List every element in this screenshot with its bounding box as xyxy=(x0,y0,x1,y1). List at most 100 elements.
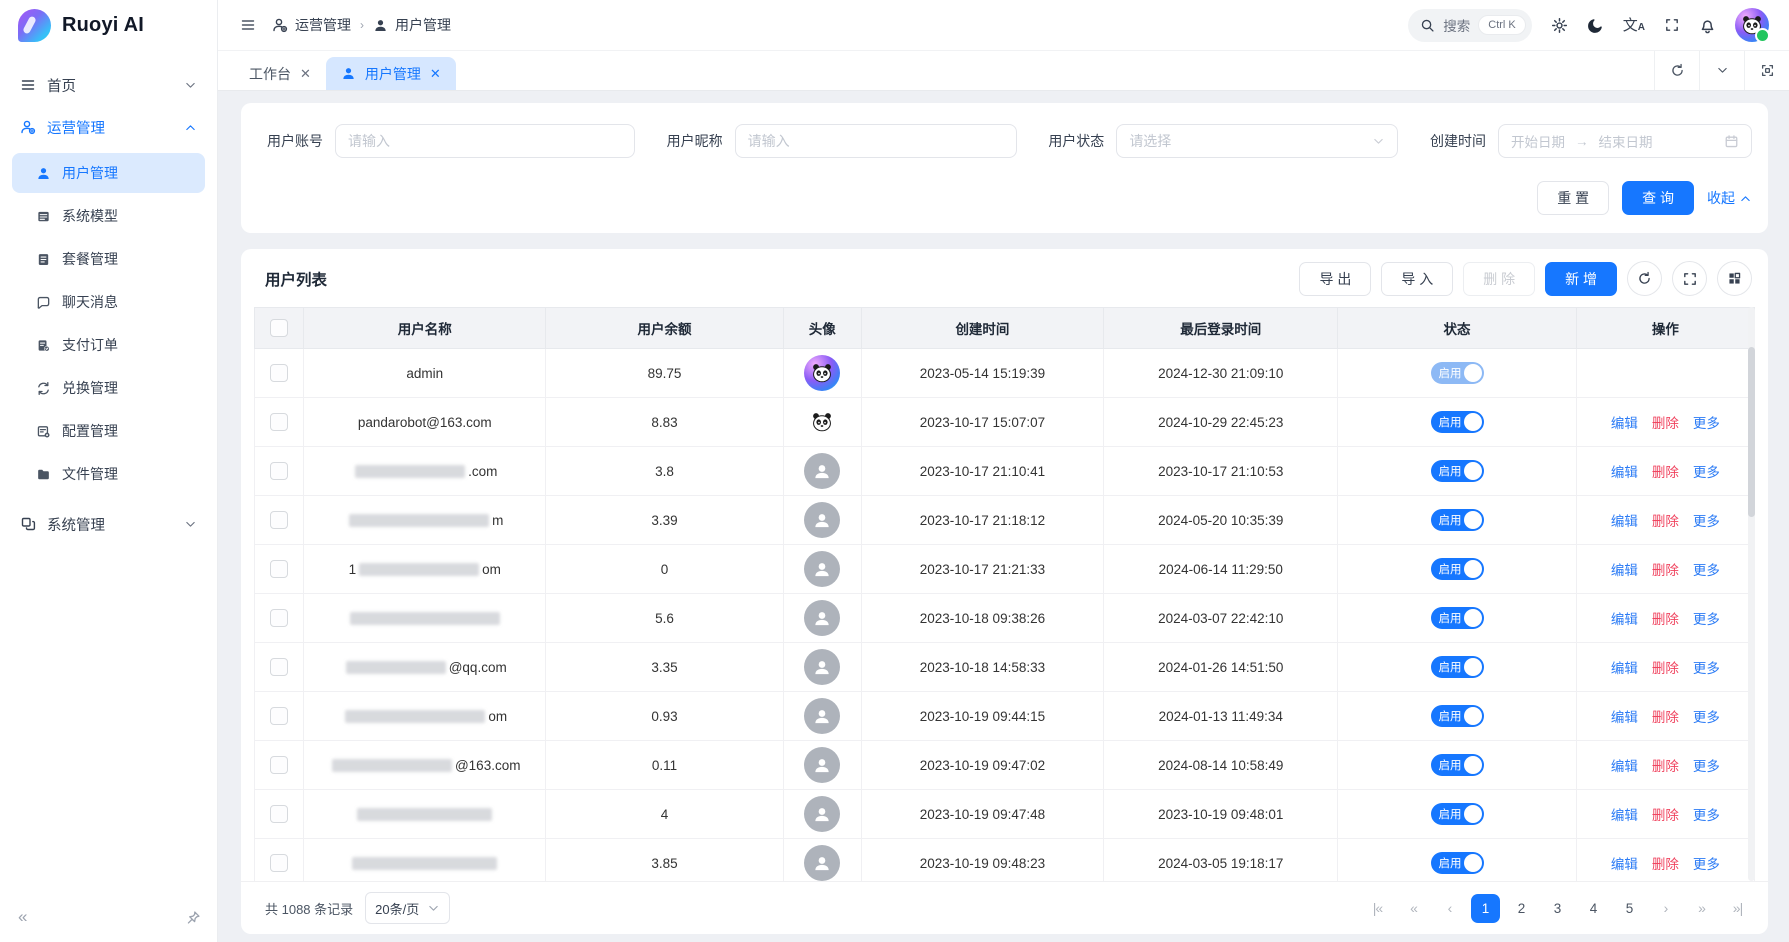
row-checkbox[interactable] xyxy=(270,560,288,578)
header-select-all[interactable] xyxy=(255,308,304,349)
notifications-bell-icon[interactable] xyxy=(1699,17,1716,34)
breadcrumb-user-management[interactable]: 用户管理 xyxy=(373,15,451,35)
sidebar-item-system-model[interactable]: 系统模型 xyxy=(12,196,205,236)
user-avatar[interactable] xyxy=(1735,8,1769,42)
tab-workbench[interactable]: 工作台 ✕ xyxy=(234,57,326,90)
row-checkbox[interactable] xyxy=(270,854,288,872)
row-checkbox[interactable] xyxy=(270,805,288,823)
dark-mode-moon-icon[interactable] xyxy=(1587,17,1604,34)
sidebar-item-package-management[interactable]: 套餐管理 xyxy=(12,239,205,279)
edit-link[interactable]: 编辑 xyxy=(1611,759,1638,774)
page-first-button[interactable]: |« xyxy=(1363,894,1392,923)
page-button-5[interactable]: 5 xyxy=(1615,894,1644,923)
more-link[interactable]: 更多 xyxy=(1693,857,1720,872)
row-checkbox[interactable] xyxy=(270,609,288,627)
edit-link[interactable]: 编辑 xyxy=(1611,661,1638,676)
delete-link[interactable]: 删除 xyxy=(1652,465,1679,480)
page-next-5-button[interactable]: » xyxy=(1687,894,1716,923)
created-date-range[interactable]: 开始日期 → 结束日期 xyxy=(1498,124,1752,158)
sidebar-collapse-button[interactable]: « xyxy=(12,905,33,929)
sidebar-item-payment-orders[interactable]: 支付订单 xyxy=(12,325,205,365)
language-translate-icon[interactable]: 文A xyxy=(1623,18,1645,33)
reset-button[interactable]: 重 置 xyxy=(1537,181,1609,215)
page-button-3[interactable]: 3 xyxy=(1543,894,1572,923)
delete-link[interactable]: 删除 xyxy=(1652,710,1679,725)
sidebar-group-system[interactable]: 系统管理 xyxy=(12,503,205,545)
edit-link[interactable]: 编辑 xyxy=(1611,563,1638,578)
status-toggle[interactable]: 启用 xyxy=(1431,558,1484,580)
fullscreen-icon[interactable] xyxy=(1664,17,1680,33)
more-link[interactable]: 更多 xyxy=(1693,661,1720,676)
more-link[interactable]: 更多 xyxy=(1693,465,1720,480)
page-prev-button[interactable]: ‹ xyxy=(1435,894,1464,923)
status-toggle[interactable]: 启用 xyxy=(1431,852,1484,874)
edit-link[interactable]: 编辑 xyxy=(1611,465,1638,480)
row-checkbox[interactable] xyxy=(270,413,288,431)
table-fullscreen-button[interactable] xyxy=(1672,261,1707,296)
more-link[interactable]: 更多 xyxy=(1693,808,1720,823)
delete-button[interactable]: 删 除 xyxy=(1463,262,1535,296)
row-checkbox[interactable] xyxy=(270,756,288,774)
sidebar-item-file-management[interactable]: 文件管理 xyxy=(12,454,205,494)
user-nickname-input[interactable] xyxy=(735,124,1017,158)
more-link[interactable]: 更多 xyxy=(1693,514,1720,529)
row-checkbox[interactable] xyxy=(270,707,288,725)
sidebar-item-redeem-management[interactable]: 兑换管理 xyxy=(12,368,205,408)
collapse-filter-link[interactable]: 收起 xyxy=(1707,188,1752,208)
export-button[interactable]: 导 出 xyxy=(1299,262,1371,296)
delete-link[interactable]: 删除 xyxy=(1652,416,1679,431)
sidebar-item-config-management[interactable]: 配置管理 xyxy=(12,411,205,451)
user-account-input[interactable] xyxy=(335,124,635,158)
search-button[interactable]: 查 询 xyxy=(1622,181,1694,215)
page-next-button[interactable]: › xyxy=(1651,894,1680,923)
page-last-button[interactable]: »| xyxy=(1723,894,1752,923)
status-toggle[interactable]: 启用 xyxy=(1431,509,1484,531)
delete-link[interactable]: 删除 xyxy=(1652,563,1679,578)
delete-link[interactable]: 删除 xyxy=(1652,514,1679,529)
more-link[interactable]: 更多 xyxy=(1693,759,1720,774)
page-size-select[interactable]: 20条/页 xyxy=(365,892,450,924)
breadcrumb-operations[interactable]: 运营管理 xyxy=(272,15,351,35)
hamburger-icon[interactable] xyxy=(240,17,256,33)
more-link[interactable]: 更多 xyxy=(1693,416,1720,431)
global-search[interactable]: 搜索 Ctrl K xyxy=(1408,9,1532,42)
tab-refresh-button[interactable] xyxy=(1654,51,1699,90)
tab-user-management[interactable]: 用户管理 ✕ xyxy=(326,57,456,90)
tab-menu-chevron-button[interactable] xyxy=(1699,51,1744,90)
scrollbar-thumb[interactable] xyxy=(1748,347,1755,517)
status-toggle[interactable]: 启用 xyxy=(1431,362,1484,384)
tab-maximize-button[interactable] xyxy=(1744,51,1789,90)
delete-link[interactable]: 删除 xyxy=(1652,759,1679,774)
sidebar-item-chat-messages[interactable]: 聊天消息 xyxy=(12,282,205,322)
edit-link[interactable]: 编辑 xyxy=(1611,857,1638,872)
page-button-2[interactable]: 2 xyxy=(1507,894,1536,923)
pin-icon[interactable] xyxy=(186,910,201,925)
add-button[interactable]: 新 增 xyxy=(1545,262,1617,296)
more-link[interactable]: 更多 xyxy=(1693,710,1720,725)
status-toggle[interactable]: 启用 xyxy=(1431,803,1484,825)
status-toggle[interactable]: 启用 xyxy=(1431,754,1484,776)
status-toggle[interactable]: 启用 xyxy=(1431,411,1484,433)
close-icon[interactable]: ✕ xyxy=(300,66,311,82)
column-settings-button[interactable] xyxy=(1717,261,1752,296)
row-checkbox[interactable] xyxy=(270,511,288,529)
refresh-button[interactable] xyxy=(1627,261,1662,296)
sidebar-item-user-management[interactable]: 用户管理 xyxy=(12,153,205,193)
page-button-1[interactable]: 1 xyxy=(1471,894,1500,923)
delete-link[interactable]: 删除 xyxy=(1652,808,1679,823)
status-toggle[interactable]: 启用 xyxy=(1431,460,1484,482)
select-all-checkbox[interactable] xyxy=(270,319,288,337)
import-button[interactable]: 导 入 xyxy=(1381,262,1453,296)
more-link[interactable]: 更多 xyxy=(1693,563,1720,578)
more-link[interactable]: 更多 xyxy=(1693,612,1720,627)
status-toggle[interactable]: 启用 xyxy=(1431,607,1484,629)
edit-link[interactable]: 编辑 xyxy=(1611,612,1638,627)
edit-link[interactable]: 编辑 xyxy=(1611,808,1638,823)
sidebar-group-home[interactable]: 首页 xyxy=(12,64,205,106)
delete-link[interactable]: 删除 xyxy=(1652,857,1679,872)
delete-link[interactable]: 删除 xyxy=(1652,661,1679,676)
sidebar-group-operations[interactable]: 运营管理 xyxy=(12,106,205,148)
row-checkbox[interactable] xyxy=(270,462,288,480)
status-toggle[interactable]: 启用 xyxy=(1431,656,1484,678)
page-prev-5-button[interactable]: « xyxy=(1399,894,1428,923)
